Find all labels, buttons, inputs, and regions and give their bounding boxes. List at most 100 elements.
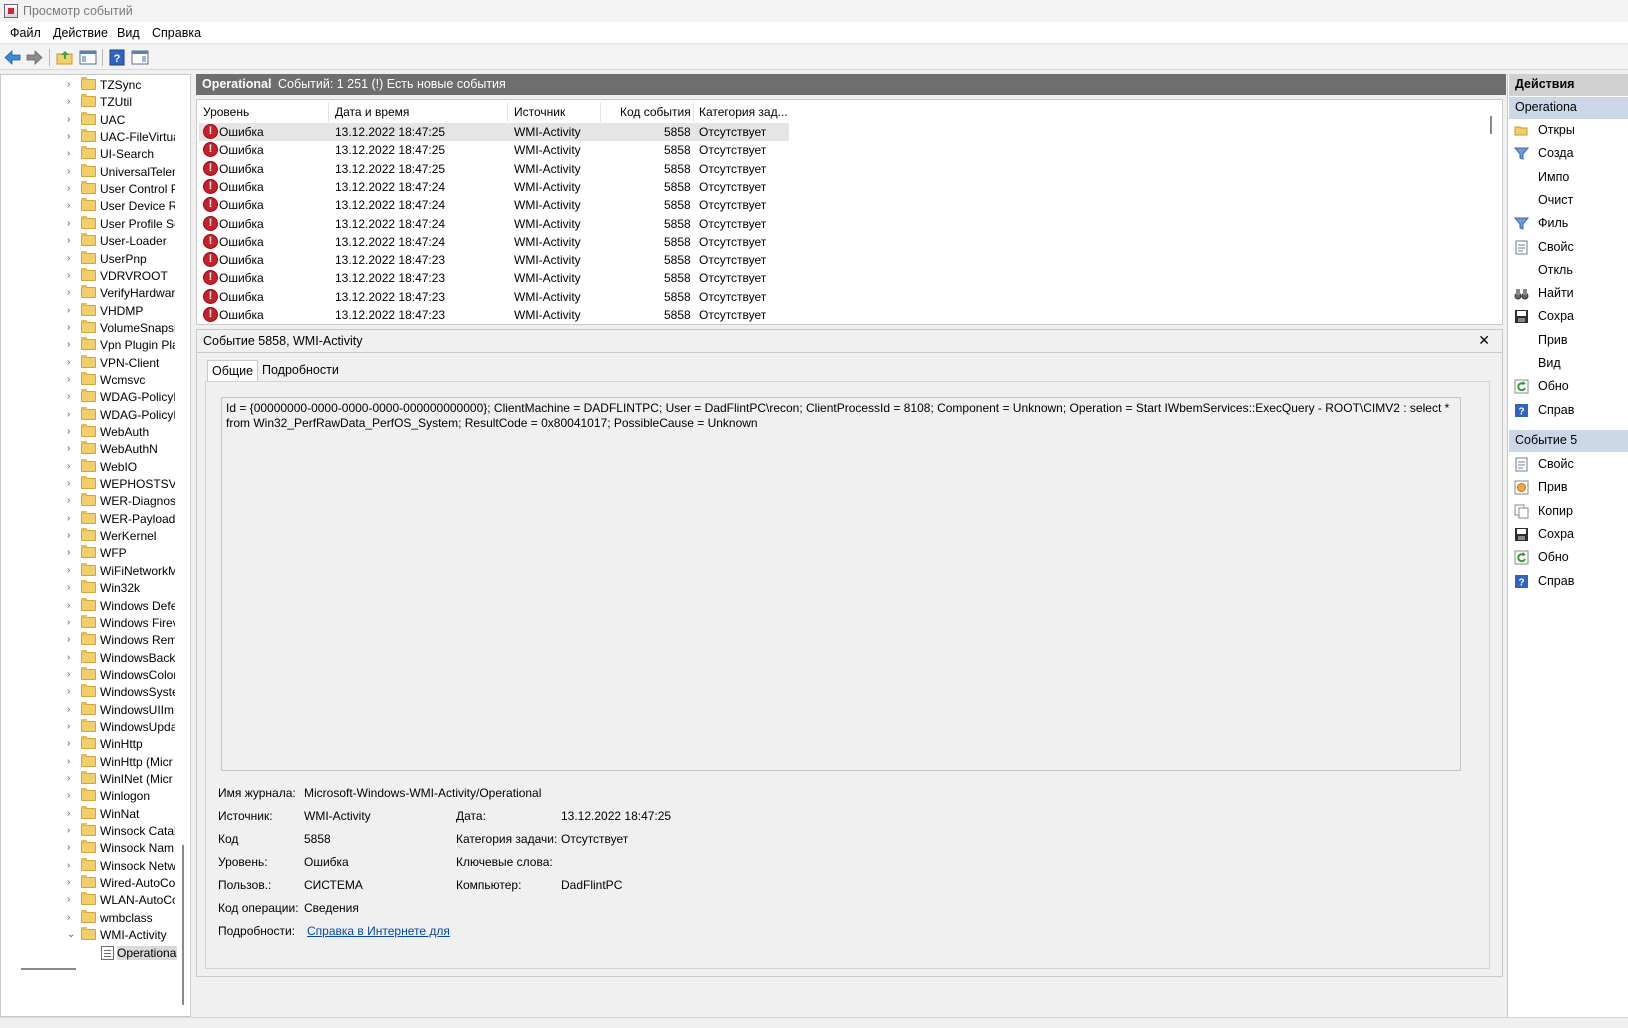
tree-item[interactable]: › wmbclass	[1, 909, 181, 927]
event-row[interactable]: ! Ошибка 13.12.2022 18:47:23 WMI-Activity 58…	[199, 306, 789, 324]
chevron-right-icon[interactable]: ›	[67, 409, 75, 421]
chevron-right-icon[interactable]: ›	[67, 114, 75, 126]
chevron-right-icon[interactable]: ›	[67, 912, 75, 924]
tree-item[interactable]: › User Device Re	[1, 197, 181, 215]
event-row[interactable]: ! Ошибка 13.12.2022 18:47:23 WMI-Activity 58…	[199, 288, 789, 306]
chevron-right-icon[interactable]: ›	[67, 617, 75, 629]
tree-item[interactable]: › WindowsSyste	[1, 683, 181, 701]
action-item[interactable]: Найти	[1508, 282, 1628, 305]
tree-item[interactable]: › Wcmsvc	[1, 371, 181, 389]
column-separator[interactable]	[507, 102, 508, 122]
chevron-right-icon[interactable]: ›	[67, 357, 75, 369]
tree-item[interactable]: › UserPnp	[1, 250, 181, 268]
action-item[interactable]: Копир	[1508, 500, 1628, 523]
tree-item[interactable]: › WinHttp	[1, 735, 181, 753]
chevron-down-icon[interactable]: ⌄	[67, 929, 75, 941]
tree-item[interactable]: › UI-Search	[1, 145, 181, 163]
tree-item[interactable]: › WindowsBacku	[1, 649, 181, 667]
chevron-right-icon[interactable]: ›	[67, 253, 75, 265]
tree-item[interactable]: › VDRVROOT	[1, 267, 181, 285]
column-task-category[interactable]: Категория зад...	[699, 105, 788, 119]
tree-item[interactable]: › WinHttp (Micr	[1, 753, 181, 771]
chevron-right-icon[interactable]: ›	[67, 96, 75, 108]
online-help-link[interactable]: Справка в Интернете для	[307, 924, 450, 938]
tree-horizontal-scroll-thumb[interactable]	[21, 968, 76, 970]
tree-item[interactable]: › Wired-AutoCo	[1, 874, 181, 892]
chevron-right-icon[interactable]: ›	[67, 305, 75, 317]
tree-scroll-thumb[interactable]	[182, 845, 184, 1005]
chevron-right-icon[interactable]: ›	[67, 200, 75, 212]
chevron-right-icon[interactable]: ›	[67, 773, 75, 785]
menu-action[interactable]: Действие	[53, 26, 108, 40]
tree-item[interactable]: › WLAN-AutoCo	[1, 891, 181, 909]
tree-item[interactable]: › WFP	[1, 544, 181, 562]
action-item[interactable]: ? Справ	[1508, 570, 1628, 593]
chevron-right-icon[interactable]: ›	[67, 825, 75, 837]
menu-view[interactable]: Вид	[117, 26, 140, 40]
chevron-right-icon[interactable]: ›	[67, 704, 75, 716]
action-item[interactable]: ? Справ	[1508, 399, 1628, 422]
chevron-right-icon[interactable]: ›	[67, 790, 75, 802]
event-list-scroll-thumb[interactable]	[1490, 116, 1492, 134]
chevron-right-icon[interactable]: ›	[67, 461, 75, 473]
tree-item[interactable]: › VPN-Client	[1, 354, 181, 372]
chevron-right-icon[interactable]: ›	[67, 183, 75, 195]
chevron-right-icon[interactable]: ›	[67, 339, 75, 351]
tree-item[interactable]: › WindowsColor	[1, 666, 181, 684]
tree-item[interactable]: › WindowsUIIm	[1, 701, 181, 719]
chevron-right-icon[interactable]: ›	[67, 374, 75, 386]
tree-item[interactable]: › WerKernel	[1, 527, 181, 545]
action-item[interactable]: Импо	[1508, 166, 1628, 189]
chevron-right-icon[interactable]: ›	[67, 634, 75, 646]
chevron-right-icon[interactable]: ›	[67, 877, 75, 889]
tree-item[interactable]: › User Profile Se	[1, 215, 181, 233]
log-tree-pane[interactable]: › TZSync › TZUtil › UAC › UAC-FileVirtua › UI-Sea…	[0, 74, 191, 1017]
chevron-right-icon[interactable]: ›	[67, 426, 75, 438]
tree-item[interactable]: › WindowsUpda	[1, 718, 181, 736]
action-item[interactable]: Обно	[1508, 546, 1628, 569]
chevron-right-icon[interactable]: ›	[67, 495, 75, 507]
actions-group-log-header[interactable]: Operationa	[1509, 97, 1628, 119]
chevron-right-icon[interactable]: ›	[67, 721, 75, 733]
tab-general[interactable]: Общие	[207, 360, 259, 382]
chevron-right-icon[interactable]: ›	[67, 860, 75, 872]
menu-file[interactable]: Файл	[10, 26, 41, 40]
chevron-right-icon[interactable]: ›	[67, 530, 75, 542]
chevron-right-icon[interactable]: ›	[67, 287, 75, 299]
event-row[interactable]: ! Ошибка 13.12.2022 18:47:24 WMI-Activity 58…	[199, 196, 789, 214]
chevron-right-icon[interactable]: ›	[67, 600, 75, 612]
action-item[interactable]: Свойс	[1508, 236, 1628, 259]
tree-item[interactable]: › Win32k	[1, 579, 181, 597]
chevron-right-icon[interactable]: ›	[67, 148, 75, 160]
event-row[interactable]: ! Ошибка 13.12.2022 18:47:24 WMI-Activity 58…	[199, 178, 789, 196]
tree-item[interactable]: › WDAG-PolicyE	[1, 406, 181, 424]
column-event-id[interactable]: Код события	[620, 105, 691, 119]
event-row[interactable]: ! Ошибка 13.12.2022 18:47:25 WMI-Activity 58…	[199, 141, 789, 159]
tree-item[interactable]: › WebAuthN	[1, 440, 181, 458]
column-separator[interactable]	[328, 102, 329, 122]
chevron-right-icon[interactable]: ›	[67, 842, 75, 854]
chevron-right-icon[interactable]: ›	[67, 218, 75, 230]
action-item[interactable]: Обно	[1508, 375, 1628, 398]
help-icon[interactable]: ?	[107, 48, 127, 67]
chevron-right-icon[interactable]: ›	[67, 738, 75, 750]
chevron-right-icon[interactable]: ›	[67, 166, 75, 178]
menu-help[interactable]: Справка	[152, 26, 201, 40]
forward-arrow-icon[interactable]	[24, 48, 44, 67]
chevron-right-icon[interactable]: ›	[67, 270, 75, 282]
chevron-right-icon[interactable]: ›	[67, 391, 75, 403]
tree-item[interactable]: › UAC	[1, 111, 181, 129]
tree-item[interactable]: › Winsock Catal	[1, 822, 181, 840]
chevron-right-icon[interactable]: ›	[67, 513, 75, 525]
folder-up-icon[interactable]	[55, 48, 75, 67]
column-source[interactable]: Источник	[514, 105, 565, 119]
chevron-right-icon[interactable]: ›	[67, 652, 75, 664]
tree-item[interactable]: › WDAG-PolicyE	[1, 388, 181, 406]
action-item[interactable]: Созда	[1508, 142, 1628, 165]
action-item[interactable]: Вид	[1508, 352, 1628, 375]
tab-details[interactable]: Подробности	[258, 360, 343, 382]
action-item[interactable]: Прив	[1508, 476, 1628, 499]
event-list[interactable]: Уровень Дата и время Источник Код событи…	[196, 99, 1503, 325]
chevron-right-icon[interactable]: ›	[67, 565, 75, 577]
column-level[interactable]: Уровень	[203, 105, 249, 119]
